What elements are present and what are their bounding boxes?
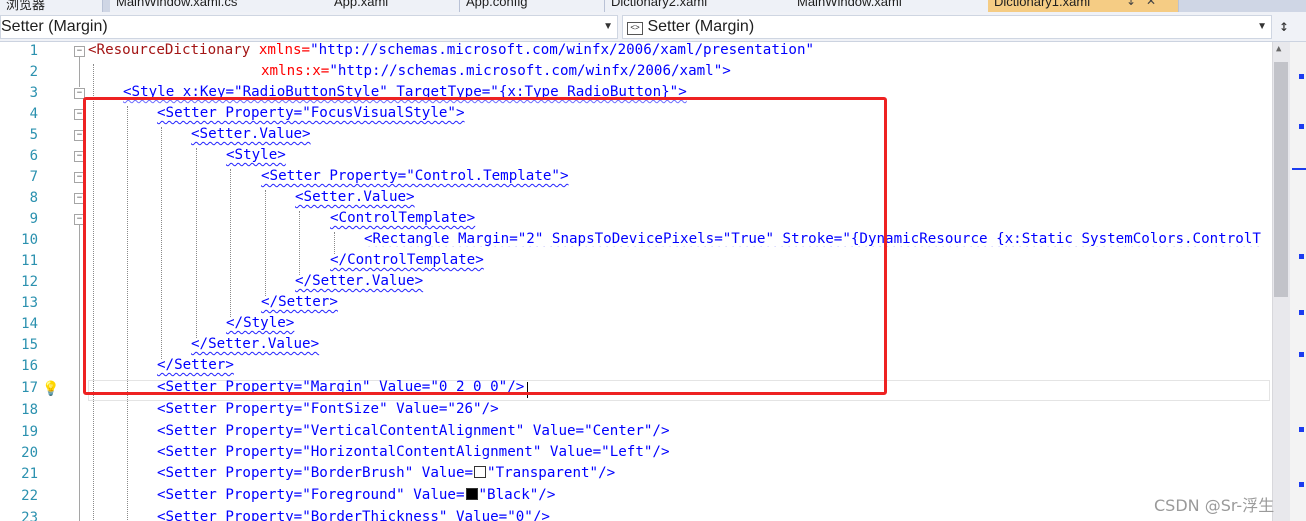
line-number: 23 [21,510,38,521]
tab-label: MainWindow.xaml [797,0,902,9]
xml-value: "http://schemas.microsoft.com/winfx/2006… [329,63,731,79]
error-marker [1299,482,1304,487]
line-number: 15 [21,337,38,353]
tab-app-config[interactable]: App.config [460,0,605,12]
line-number: 9 [29,211,38,227]
code-line-21: <Setter Property="BorderBrush" Value= "Tr… [157,465,615,481]
tab-mainwindow-xaml[interactable]: MainWindow.xaml [791,0,994,12]
line-number: 5 [29,127,38,143]
scrollbar-thumb[interactable] [1274,62,1288,297]
line-number: 8 [29,190,38,206]
code-line-22: <Setter Property="Foreground" Value= "Bla… [157,487,555,503]
line-number: 12 [21,274,38,290]
code-line-1: <ResourceDictionary xmlns="http://schema… [88,42,814,58]
code-line-18: <Setter Property="FontSize" Value="26"/> [157,401,499,417]
outline-guide [79,57,80,87]
code-editor[interactable]: 1 2 3 4 5 6 7 8 9 10 11 12 13 14 15 16 1… [0,42,1272,521]
tab-mainwindow-xaml-cs[interactable]: MainWindow.xaml.cs [110,0,329,12]
xml-attribute: xmlns:x= [261,63,330,79]
xaml-element-icon: <> [627,22,643,35]
error-marker [1299,74,1304,79]
collapse-toggle[interactable]: − [74,46,85,57]
code-line-2: xmlns:x="http://schemas.microsoft.com/wi… [261,63,731,79]
error-marker [1299,427,1304,432]
tab-label: App.config [466,0,528,9]
line-number: 11 [21,253,38,269]
member-dropdown[interactable]: <> Setter (Margin) ▼ [622,15,1272,39]
outline-guide [79,225,80,521]
line-number: 21 [21,466,38,482]
tab-browser[interactable]: 浏览器 [0,0,103,12]
transparent-swatch-icon [474,466,487,478]
overview-margin [1290,42,1306,521]
xml-value: "http://schemas.microsoft.com/winfx/2006… [310,42,815,58]
error-marker [1299,124,1304,129]
type-dropdown[interactable]: Setter (Margin) ▼ [0,15,618,39]
error-marker [1299,310,1304,315]
lightbulb-icon[interactable]: 💡 [42,381,59,397]
tab-label: Dictionary2.xaml [611,0,708,9]
tab-label: App.xaml [334,0,389,9]
xml-tag: <ResourceDictionary [88,42,251,58]
line-number: 13 [21,295,38,311]
line-number: 20 [21,445,38,461]
line-number: 19 [21,424,38,440]
xml-attribute: xmlns= [250,42,311,58]
line-number: 4 [29,106,38,122]
navigation-bar: Setter (Margin) ▼ <> Setter (Margin) ▼ ↕ [0,12,1306,42]
line-number: 7 [29,169,38,185]
line-number: 10 [21,232,38,248]
close-icon[interactable]: ✕ [1146,0,1156,8]
type-dropdown-value: Setter (Margin) [1,18,108,35]
document-tab-strip: 浏览器 MainWindow.xaml.cs App.xaml App.conf… [0,0,1306,12]
line-number: 2 [29,64,38,80]
line-number: 6 [29,148,38,164]
line-number: 16 [21,358,38,374]
line-number: 3 [29,85,38,101]
line-number: 17 [21,380,38,396]
scroll-up-icon[interactable]: ▲ [1276,44,1281,54]
member-dropdown-value: Setter (Margin) [647,18,755,35]
black-swatch-icon [465,488,478,500]
line-number: 1 [29,43,38,59]
tab-dictionary1-xaml[interactable]: Dictionary1.xaml ↧ ✕ [988,0,1179,12]
line-number: 18 [21,402,38,418]
code-text: "Transparent"/> [487,465,616,481]
pin-icon[interactable]: ↧ [1126,0,1136,8]
caret-position-marker [1292,168,1306,170]
tab-app-xaml[interactable]: App.xaml [328,0,460,12]
red-highlight-box [83,97,887,395]
tab-label: Dictionary1.xaml [994,0,1091,9]
line-number: 14 [21,316,38,332]
code-line-20: <Setter Property="HorizontalContentAlign… [157,444,670,460]
line-number: 22 [21,488,38,504]
split-window-icon[interactable]: ↕ [1272,15,1296,37]
tab-label: MainWindow.xaml.cs [116,0,238,9]
code-text: <Setter Property="BorderBrush" Value= [157,465,474,481]
tab-dictionary2-xaml[interactable]: Dictionary2.xaml [605,0,792,12]
error-marker [1299,254,1304,259]
tab-label: 浏览器 [6,0,46,12]
watermark: CSDN @Sr-浮生 [1154,496,1275,515]
error-marker [1299,352,1304,357]
code-line-23: <Setter Property="BorderThickness" Value… [157,509,550,521]
code-text: <Setter Property="Foreground" Value= [157,487,465,503]
code-line-19: <Setter Property="VerticalContentAlignme… [157,423,670,439]
chevron-down-icon: ▼ [1257,21,1267,32]
code-text: "Black"/> [478,487,556,503]
chevron-down-icon: ▼ [603,21,613,32]
